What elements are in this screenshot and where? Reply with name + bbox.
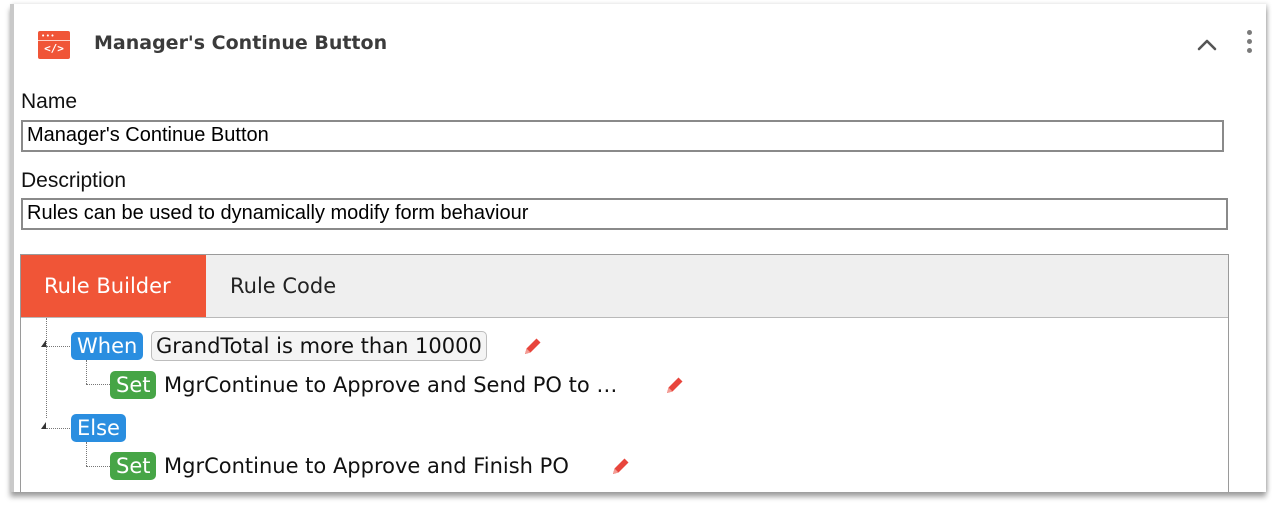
- edit-pencil-icon[interactable]: [610, 455, 632, 477]
- chevron-up-icon[interactable]: [1194, 32, 1220, 58]
- when-action[interactable]: MgrContinue to Approve and Send PO to …: [164, 371, 617, 399]
- tab-rule-builder[interactable]: Rule Builder: [21, 255, 206, 317]
- set-badge[interactable]: Set: [110, 452, 157, 480]
- description-field[interactable]: Rules can be used to dynamically modify …: [21, 198, 1228, 230]
- tab-rule-code[interactable]: Rule Code: [207, 255, 359, 317]
- tree-connector: [86, 466, 110, 467]
- rule-tree: When GrandTotal is more than 10000 Set M…: [21, 318, 1228, 492]
- edit-pencil-icon[interactable]: [522, 335, 544, 357]
- tree-connector: [86, 384, 110, 385]
- window-bar: [38, 40, 70, 41]
- expand-triangle-icon[interactable]: [41, 422, 46, 429]
- when-badge[interactable]: When: [71, 332, 144, 360]
- window-dots: •••: [41, 32, 56, 40]
- name-label: Name: [21, 90, 78, 113]
- tree-connector: [46, 346, 70, 347]
- tree-connector: [86, 442, 87, 466]
- edit-pencil-icon[interactable]: [664, 374, 686, 396]
- rule-tabs: Rule Builder Rule Code: [21, 255, 1228, 318]
- rule-panel: ••• </> Manager's Continue Button Name M…: [10, 4, 1266, 492]
- when-condition[interactable]: GrandTotal is more than 10000: [151, 331, 487, 361]
- tree-connector: [46, 428, 70, 429]
- rule-editor: Rule Builder Rule Code When GrandTotal i…: [20, 254, 1229, 492]
- else-badge[interactable]: Else: [71, 414, 126, 442]
- else-action[interactable]: MgrContinue to Approve and Finish PO: [164, 452, 569, 480]
- vertical-ellipsis-icon[interactable]: [1244, 30, 1254, 60]
- description-label: Description: [21, 169, 127, 192]
- panel-title: Manager's Continue Button: [94, 32, 388, 54]
- name-field[interactable]: Manager's Continue Button: [21, 120, 1224, 152]
- expand-triangle-icon[interactable]: [41, 340, 46, 347]
- set-badge[interactable]: Set: [110, 371, 157, 399]
- tree-connector: [86, 360, 87, 384]
- tree-connector: [46, 318, 47, 418]
- code-symbol: </>: [44, 42, 64, 55]
- code-window-icon: ••• </>: [38, 31, 70, 59]
